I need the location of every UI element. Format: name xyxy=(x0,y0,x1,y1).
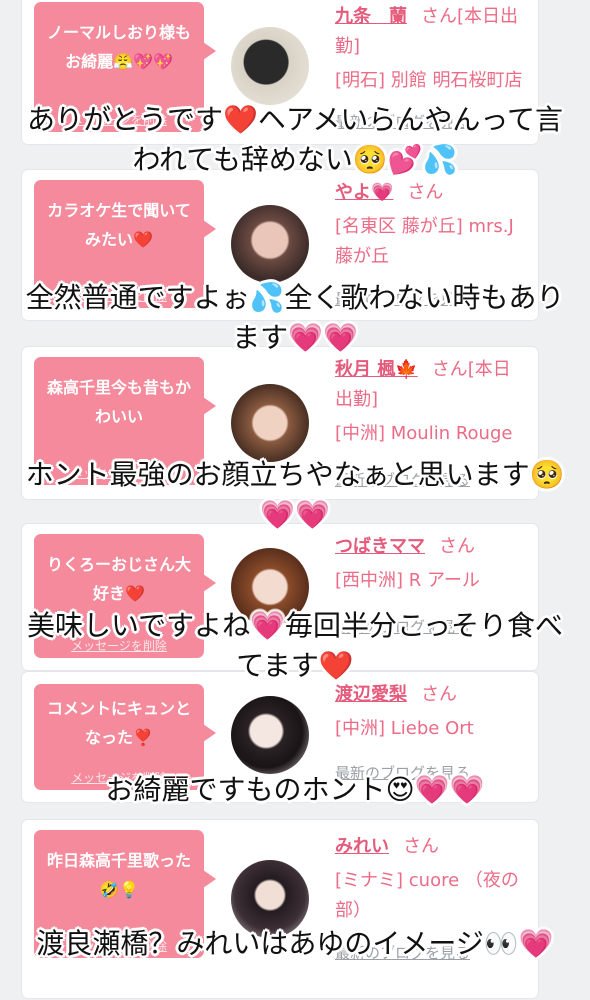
reply-caption: 美味しいですよね💗毎回半分こっそり食べてます❤️ xyxy=(26,609,564,682)
location-text: [ミナミ] cuore （夜の部） xyxy=(335,870,519,921)
message-text: 森高千里今も昔もかわいい xyxy=(46,378,191,426)
reply-caption: ホント最強のお顔立ちやなぁと思います🥺💗💗 xyxy=(25,458,565,531)
reply-caption: ありがとうです❤️ヘアメいらんやんって言われても辞めない🥺💕💦 xyxy=(26,103,564,176)
reply-caption: お綺麗ですものホント😍💗💗 xyxy=(105,773,485,806)
message-text: カラオケ生で聞いてみたい❤️ xyxy=(47,201,191,249)
message-text: 昨日森高千里歌った🤣💡 xyxy=(46,851,191,899)
honorific: さん xyxy=(407,182,444,203)
honorific: さん xyxy=(431,359,468,380)
location-text: [中洲] Liebe Ort xyxy=(335,718,474,739)
avatar[interactable] xyxy=(231,27,309,105)
honorific: さん xyxy=(421,6,457,27)
message-card: 昨日森高千里歌った🤣💡 メッセージを削除 みれい さん [ミナミ] cuore （… xyxy=(22,820,538,998)
honorific: さん xyxy=(403,836,439,857)
honorific: さん xyxy=(421,684,457,705)
cast-name-link[interactable]: つばきママ xyxy=(335,536,425,557)
reply-caption: 渡良瀬橋？みれいはあゆのイメージ👀💗 xyxy=(36,927,554,960)
honorific: さん xyxy=(439,536,475,557)
message-text: ノーマルしおり様もお綺麗😤💖💖 xyxy=(46,23,191,71)
location-text: [中洲] Moulin Rouge xyxy=(335,423,513,444)
cast-name-link[interactable]: 渡辺愛梨 xyxy=(335,684,407,705)
avatar[interactable] xyxy=(231,696,309,774)
cast-name-link[interactable]: 秋月 楓🍁 xyxy=(335,359,418,380)
cast-name-link[interactable]: やよ💗 xyxy=(335,182,393,203)
location-text: [西中洲] R アール xyxy=(335,570,480,591)
cast-name-link[interactable]: みれい xyxy=(335,836,389,857)
message-text: コメントにキュンとなった❣️ xyxy=(46,699,191,747)
avatar[interactable] xyxy=(231,205,309,283)
message-text: りくろーおじさん大好き❤️ xyxy=(46,555,191,603)
avatar[interactable] xyxy=(231,384,309,462)
location-text: [名東区 藤が丘] mrs.J 藤が丘 xyxy=(335,216,514,267)
location-text: [明石] 別館 明石桜町店 xyxy=(335,70,523,91)
cast-name-link[interactable]: 九条 蘭 xyxy=(335,6,407,27)
reply-caption: 全然普通ですよぉ💦全く歌わない時もあります💗💗 xyxy=(25,281,565,354)
